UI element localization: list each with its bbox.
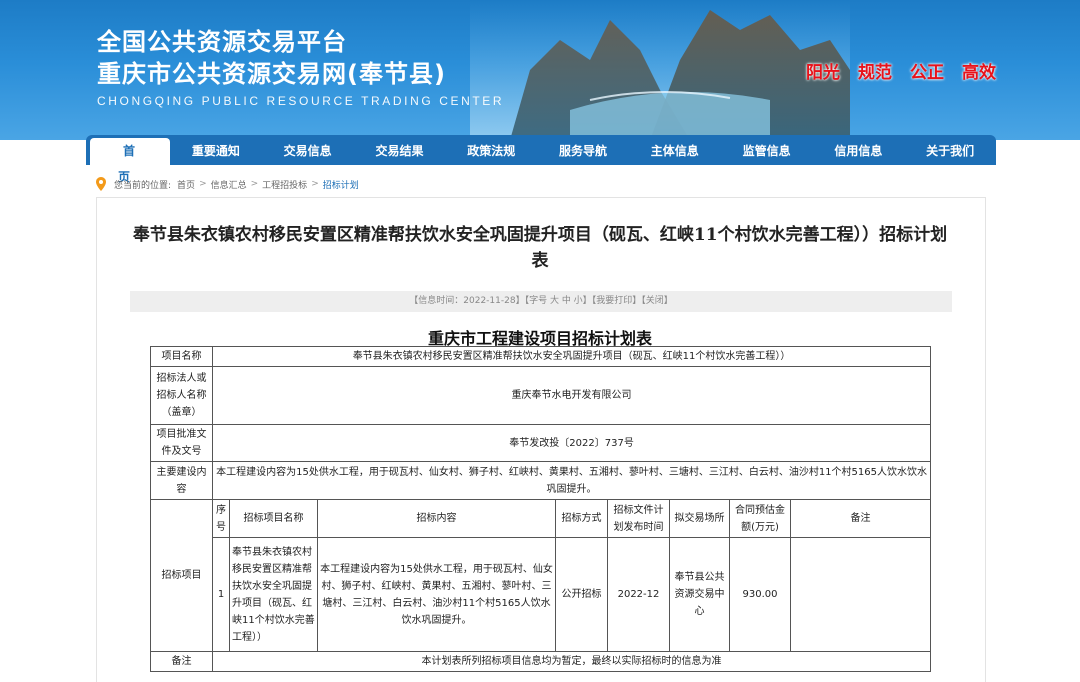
header-no: 序号 — [212, 499, 230, 538]
header-publish-time: 招标文件计划发布时间 — [607, 499, 670, 538]
header-content: 招标内容 — [317, 499, 556, 538]
article-info-bar: 【信息时间：2022-11-28】【字号 大 中 小】【我要打印】【关闭】 — [130, 291, 952, 312]
breadcrumb-sep: > — [311, 179, 319, 189]
table-row: 项目名称 奉节县朱衣镇农村移民安置区精准帮扶饮水安全巩固提升项目（砚瓦、红峡11… — [150, 346, 932, 367]
site-title-line1: 全国公共资源交易平台 — [97, 28, 347, 56]
slogan-group: 阳光 规范 公正 高效 — [806, 58, 996, 83]
tender-plan-table: 项目名称 奉节县朱衣镇农村移民安置区精准帮扶饮水安全巩固提升项目（砚瓦、红峡11… — [150, 346, 932, 672]
nav-trading-info[interactable]: 交易信息 — [262, 135, 354, 165]
header-amount: 合同预估金额(万元) — [729, 499, 791, 538]
table-row: 主要建设内容 本工程建设内容为15处供水工程，用于砚瓦村、仙女村、狮子村、红峡村… — [150, 461, 932, 500]
nav-policies[interactable]: 政策法规 — [445, 135, 537, 165]
label-approval-doc: 项目批准文件及文号 — [150, 424, 213, 462]
site-title-line2: 重庆市公共资源交易网(奉节县) — [97, 60, 446, 88]
item-amount: 930.00 — [729, 537, 791, 652]
value-tenderer: 重庆奉节水电开发有限公司 — [211, 366, 932, 425]
nav-service-guide[interactable]: 服务导航 — [537, 135, 629, 165]
nav-entity-info[interactable]: 主体信息 — [629, 135, 721, 165]
value-approval-doc: 奉节发改投〔2022〕737号 — [211, 424, 932, 462]
nav-trading-results[interactable]: 交易结果 — [354, 135, 446, 165]
location-pin-icon — [96, 177, 106, 191]
label-note: 备注 — [150, 651, 213, 672]
nav-supervision-info[interactable]: 监管信息 — [721, 135, 813, 165]
table-row: 备注 本计划表所列招标项目信息均为暂定，最终以实际招标时的信息为准 — [150, 651, 932, 672]
page-title: 奉节县朱衣镇农村移民安置区精准帮扶饮水安全巩固提升项目（砚瓦、红峡11个村饮水完… — [132, 225, 948, 271]
item-no: 1 — [212, 537, 230, 652]
table-row: 招标项目 序号 招标项目名称 招标内容 招标方式 招标文件计划发布时间 拟交易场… — [150, 499, 932, 652]
item-venue: 奉节县公共资源交易中心 — [669, 537, 730, 652]
breadcrumb-prefix: 您当前的位置: — [114, 180, 172, 191]
table-row: 招标法人或招标人名称（盖章） 重庆奉节水电开发有限公司 — [150, 366, 932, 425]
nav-credit-info[interactable]: 信用信息 — [812, 135, 904, 165]
slogan-3: 公正 — [910, 63, 944, 83]
item-name: 奉节县朱衣镇农村移民安置区精准帮扶饮水安全巩固提升项目（砚瓦、红峡11个村饮水完… — [229, 537, 318, 652]
nav-home[interactable]: 首 页 — [90, 138, 170, 184]
header-venue: 拟交易场所 — [669, 499, 730, 538]
table-row: 1 奉节县朱衣镇农村移民安置区精准帮扶饮水安全巩固提升项目（砚瓦、红峡11个村饮… — [151, 537, 932, 652]
font-size-control[interactable]: 【字号 大 中 小】 — [525, 296, 592, 306]
breadcrumb-current[interactable]: 招标计划 — [323, 178, 359, 191]
breadcrumb: 您当前的位置: 首页 > 信息汇总 > 工程招投标 > 招标计划 — [96, 177, 359, 191]
table-row: 项目批准文件及文号 奉节发改投〔2022〕737号 — [150, 424, 932, 462]
main-nav: 首 页 重要通知 交易信息 交易结果 政策法规 服务导航 主体信息 监管信息 信… — [86, 135, 996, 184]
label-tenderer: 招标法人或招标人名称（盖章） — [150, 366, 213, 425]
item-remark — [789, 537, 932, 652]
site-banner: 全国公共资源交易平台 重庆市公共资源交易网(奉节县) CHONGQING PUB… — [0, 0, 1080, 140]
site-title-english: CHONGQING PUBLIC RESOURCE TRADING CENTER — [97, 94, 505, 108]
print-link[interactable]: 【我要打印】 — [592, 296, 642, 306]
header-method: 招标方式 — [555, 499, 608, 538]
item-content: 本工程建设内容为15处供水工程，用于砚瓦村、仙女村、狮子村、红峡村、黄果村、五湘… — [317, 537, 556, 652]
slogan-2: 规范 — [858, 63, 892, 83]
slogan-4: 高效 — [962, 63, 996, 83]
value-main-content: 本工程建设内容为15处供水工程，用于砚瓦村、仙女村、狮子村、红峡村、黄果村、五湘… — [211, 461, 932, 500]
breadcrumb-sep: > — [199, 179, 207, 189]
item-method: 公开招标 — [555, 537, 608, 652]
landscape-illustration — [470, 0, 850, 140]
label-tender-items: 招标项目 — [150, 499, 213, 652]
label-main-content: 主要建设内容 — [150, 461, 213, 500]
breadcrumb-sep: > — [250, 179, 259, 189]
header-item-name: 招标项目名称 — [229, 499, 318, 538]
label-project-name: 项目名称 — [150, 346, 213, 367]
breadcrumb-home[interactable]: 首页 — [177, 178, 195, 191]
nav-notices[interactable]: 重要通知 — [170, 135, 262, 165]
slogan-1: 阳光 — [806, 63, 840, 83]
header-remark: 备注 — [789, 499, 932, 538]
value-note: 本计划表所列招标项目信息均为暂定，最终以实际招标时的信息为准 — [211, 651, 932, 672]
close-link[interactable]: 【关闭】 — [641, 296, 673, 306]
breadcrumb-info-summary[interactable]: 信息汇总 — [211, 178, 247, 191]
nav-about-us[interactable]: 关于我们 — [904, 135, 996, 165]
info-date: 【信息时间：2022-11-28】 — [409, 296, 525, 306]
item-publish-time: 2022-12 — [607, 537, 670, 652]
value-project-name: 奉节县朱衣镇农村移民安置区精准帮扶饮水安全巩固提升项目（砚瓦、红峡11个村饮水完… — [211, 346, 932, 367]
breadcrumb-engineering[interactable]: 工程招投标 — [262, 178, 307, 191]
